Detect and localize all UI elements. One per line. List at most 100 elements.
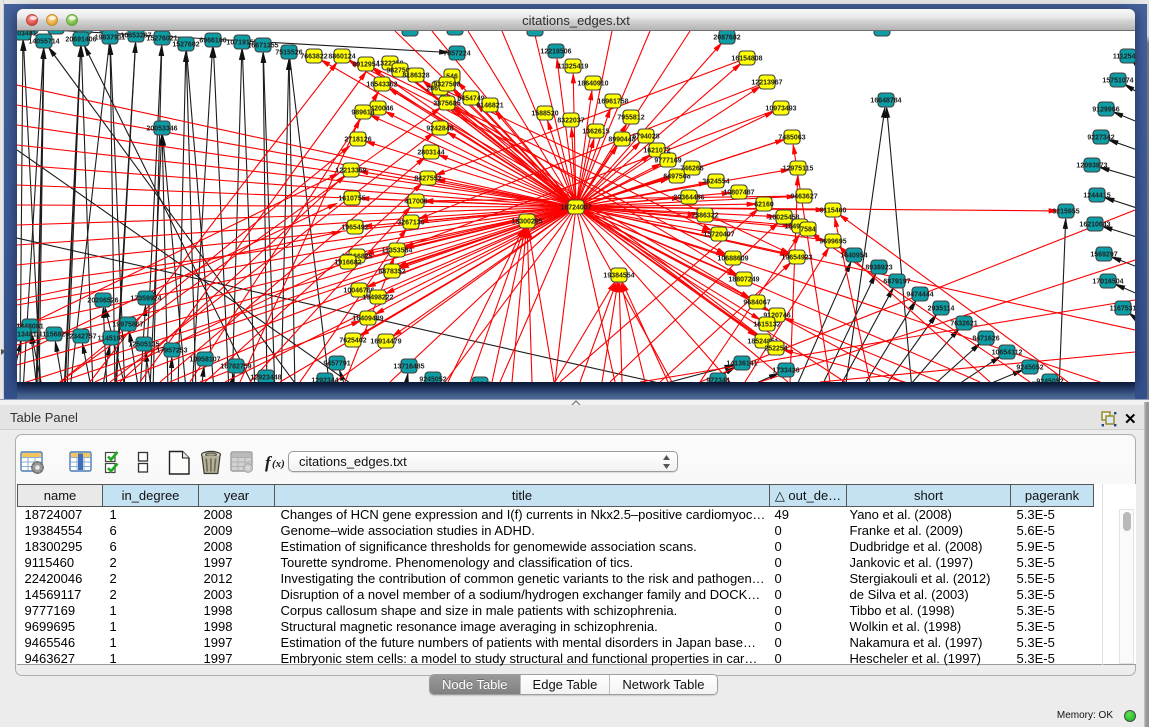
svg-text:1167531: 1167531 bbox=[1110, 306, 1135, 313]
svg-text:1615132: 1615132 bbox=[753, 322, 780, 329]
svg-text:746266: 746266 bbox=[680, 166, 703, 173]
svg-text:9457791: 9457791 bbox=[323, 361, 350, 368]
svg-text:6966160: 6966160 bbox=[199, 38, 226, 45]
svg-text:15720407: 15720407 bbox=[703, 232, 734, 239]
svg-text:7386322: 7386322 bbox=[691, 213, 718, 220]
svg-text:12218506: 12218506 bbox=[540, 49, 571, 56]
svg-text:16961758: 16961758 bbox=[597, 99, 628, 106]
svg-text:8471626: 8471626 bbox=[972, 336, 999, 343]
svg-text:1292344: 1292344 bbox=[311, 378, 338, 382]
svg-text:9777169: 9777169 bbox=[654, 158, 681, 165]
svg-text:17359924: 17359924 bbox=[130, 296, 161, 303]
svg-text:9245052: 9245052 bbox=[419, 377, 446, 382]
svg-text:14055714: 14055714 bbox=[28, 39, 59, 46]
svg-text:19975867: 19975867 bbox=[112, 322, 143, 329]
svg-text:20206526: 20206526 bbox=[87, 298, 118, 305]
svg-text:9227342: 9227342 bbox=[1087, 135, 1114, 142]
svg-text:1362615: 1362615 bbox=[582, 129, 609, 136]
svg-text:252254: 252254 bbox=[764, 346, 787, 353]
svg-text:(x): (x) bbox=[272, 458, 285, 470]
svg-text:1588520: 1588520 bbox=[531, 111, 558, 118]
svg-text:18807249: 18807249 bbox=[728, 277, 759, 284]
svg-text:1640954: 1640954 bbox=[840, 253, 867, 260]
svg-text:2935114: 2935114 bbox=[928, 306, 955, 313]
svg-text:16648784: 16648784 bbox=[870, 98, 901, 105]
svg-text:9146821: 9146821 bbox=[476, 103, 503, 110]
svg-text:7515526: 7515526 bbox=[275, 50, 302, 57]
svg-text:7625402: 7625402 bbox=[339, 338, 366, 345]
svg-text:16409489: 16409489 bbox=[352, 316, 383, 323]
svg-text:19498222: 19498222 bbox=[362, 295, 393, 302]
svg-text:12213369: 12213369 bbox=[335, 168, 366, 175]
svg-text:1733426: 1733426 bbox=[772, 368, 799, 375]
svg-text:11353584: 11353584 bbox=[382, 248, 413, 255]
svg-text:12975115: 12975115 bbox=[783, 166, 814, 173]
svg-text:10973493: 10973493 bbox=[765, 106, 796, 113]
svg-text:10688609: 10688609 bbox=[717, 256, 748, 263]
svg-text:9463627: 9463627 bbox=[790, 194, 817, 201]
svg-text:7485063: 7485063 bbox=[778, 135, 805, 142]
svg-text:8322037: 8322037 bbox=[557, 118, 584, 125]
svg-text:8427552: 8427552 bbox=[414, 176, 441, 183]
svg-text:1916682: 1916682 bbox=[334, 260, 361, 267]
svg-text:12342757: 12342757 bbox=[65, 334, 96, 341]
svg-text:8860124: 8860124 bbox=[328, 54, 355, 61]
svg-text:12213967: 12213967 bbox=[751, 80, 782, 87]
svg-text:17957253: 17957253 bbox=[156, 348, 187, 355]
svg-text:16154808: 16154808 bbox=[731, 56, 762, 63]
svg-text:20364456: 20364456 bbox=[673, 195, 704, 202]
svg-text:1244415: 1244415 bbox=[1083, 193, 1110, 200]
svg-text:16543362: 16543362 bbox=[366, 82, 397, 89]
svg-text:9245052: 9245052 bbox=[1016, 365, 1043, 372]
svg-text:8878352: 8878352 bbox=[378, 269, 405, 276]
svg-text:14136141: 14136141 bbox=[726, 361, 757, 368]
svg-text:62160: 62160 bbox=[754, 202, 774, 209]
svg-text:1145193: 1145193 bbox=[98, 336, 125, 343]
svg-text:9699695: 9699695 bbox=[819, 239, 846, 246]
svg-text:3267130: 3267130 bbox=[397, 220, 424, 227]
svg-text:11325419: 11325419 bbox=[558, 64, 589, 71]
svg-text:17016504: 17016504 bbox=[1092, 279, 1123, 286]
svg-text:1527602: 1527602 bbox=[172, 42, 199, 49]
svg-text:9242848: 9242848 bbox=[426, 126, 453, 133]
svg-text:8454749: 8454749 bbox=[457, 96, 484, 103]
svg-text:9684067: 9684067 bbox=[743, 300, 770, 307]
svg-text:19654923: 19654923 bbox=[781, 255, 812, 262]
svg-text:9327508: 9327508 bbox=[433, 82, 460, 89]
svg-text:9129966: 9129966 bbox=[1092, 107, 1119, 114]
svg-text:3215955: 3215955 bbox=[1052, 209, 1079, 216]
svg-text:11125419: 11125419 bbox=[1113, 54, 1135, 61]
svg-text:12093873: 12093873 bbox=[1076, 163, 1107, 170]
svg-text:9474444: 9474444 bbox=[906, 292, 933, 299]
svg-text:10807487: 10807487 bbox=[723, 190, 754, 197]
svg-text:417006: 417006 bbox=[404, 199, 427, 206]
svg-text:2718126: 2718126 bbox=[344, 137, 371, 144]
svg-text:7632621: 7632621 bbox=[950, 321, 977, 328]
svg-text:18640910: 18640910 bbox=[577, 81, 608, 88]
svg-text:7584: 7584 bbox=[800, 227, 816, 234]
svg-text:9115460: 9115460 bbox=[820, 208, 847, 215]
svg-text:8186328: 8186328 bbox=[402, 73, 429, 80]
svg-text:16914479: 16914479 bbox=[370, 339, 401, 346]
svg-text:3913481: 3913481 bbox=[17, 332, 37, 339]
svg-text:18724007: 18724007 bbox=[560, 205, 591, 212]
svg-text:6794028: 6794028 bbox=[632, 134, 659, 141]
svg-text:15751074: 15751074 bbox=[1102, 78, 1133, 85]
svg-text:10958107: 10958107 bbox=[189, 357, 220, 364]
svg-text:16671355: 16671355 bbox=[247, 43, 278, 50]
svg-text:13716485: 13716485 bbox=[393, 364, 424, 371]
svg-text:989614: 989614 bbox=[351, 110, 374, 117]
svg-text:9245052: 9245052 bbox=[1036, 379, 1063, 382]
svg-text:1965492: 1965492 bbox=[341, 225, 368, 232]
svg-text:12923448: 12923448 bbox=[250, 375, 281, 382]
svg-text:3624554: 3624554 bbox=[702, 179, 729, 186]
svg-text:1903481: 1903481 bbox=[17, 31, 37, 38]
svg-text:7663822: 7663822 bbox=[300, 54, 327, 61]
svg-text:7857224: 7857224 bbox=[443, 51, 470, 58]
svg-text:7955812: 7955812 bbox=[617, 115, 644, 122]
svg-text:16782759: 16782759 bbox=[220, 364, 251, 371]
svg-text:6879197: 6879197 bbox=[883, 279, 910, 286]
svg-text:20691406: 20691406 bbox=[65, 37, 96, 44]
svg-text:1610755: 1610755 bbox=[338, 196, 365, 203]
svg-text:3875685: 3875685 bbox=[433, 101, 460, 108]
